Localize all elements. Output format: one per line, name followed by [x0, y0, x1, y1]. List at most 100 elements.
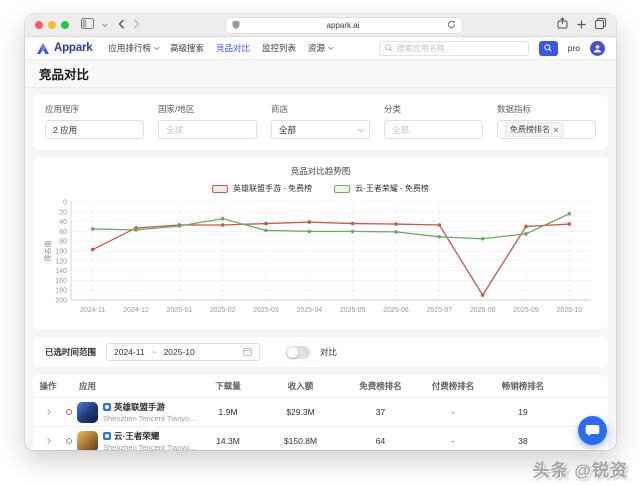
metric-multiselect[interactable]: 免费榜排名 [497, 120, 596, 139]
col-header-app: 应用 [63, 380, 198, 392]
chat-bubble-icon [585, 424, 600, 437]
appark-logo-text: Appark [54, 42, 92, 54]
compare-toggle[interactable] [286, 346, 310, 359]
filter-label: 数据指标 [497, 103, 596, 115]
chevron-down-icon [328, 44, 334, 50]
svg-text:2025-01: 2025-01 [166, 307, 192, 314]
trend-chart: 0204060801001201401601802002024-112024-1… [43, 196, 597, 330]
chevron-down-icon [358, 126, 364, 132]
nav-item-watchlist[interactable]: 监控列表 [262, 42, 296, 54]
svg-text:140: 140 [55, 268, 67, 275]
app-name[interactable]: 云·王者荣耀 [114, 430, 159, 442]
filter-label: 应用程序 [45, 103, 144, 115]
free-rank-value: 37 [343, 407, 418, 417]
svg-text:2024-11: 2024-11 [80, 307, 105, 314]
filter-label: 国家/地区 [158, 103, 257, 115]
time-range-label: 已选时间范围 [45, 346, 96, 358]
filter-bar: 应用程序 国家/地区 商店 全部 分类 [33, 95, 608, 149]
search-input[interactable] [397, 44, 523, 53]
col-header-downloads: 下载量 [198, 380, 258, 392]
app-filter-input[interactable] [53, 125, 136, 135]
url-text: appark.ai [240, 21, 447, 30]
svg-text:2025-06: 2025-06 [383, 307, 409, 314]
app-name[interactable]: 英雄联盟手游 [114, 401, 165, 413]
svg-text:2025-07: 2025-07 [426, 307, 452, 314]
region-filter-input[interactable] [166, 125, 249, 135]
paid-rank-value: - [418, 407, 488, 417]
svg-text:2025-10: 2025-10 [556, 307, 582, 314]
compare-toggle-label: 对比 [320, 346, 337, 358]
category-filter-input[interactable] [392, 125, 475, 135]
url-bar[interactable]: appark.ai [226, 18, 462, 33]
svg-text:2025-08: 2025-08 [470, 307, 496, 314]
close-window-button[interactable] [35, 21, 43, 29]
expand-row-icon[interactable] [45, 438, 51, 444]
revenue-value: $29.3M [258, 407, 343, 417]
reload-icon[interactable] [447, 16, 456, 34]
app-search-field[interactable] [379, 41, 529, 56]
chart-legend: 英雄联盟手游 - 免费榜 云·王者荣耀 - 免费榜 [43, 183, 598, 194]
legend-swatch [334, 185, 350, 193]
appstore-badge-icon [103, 432, 111, 440]
svg-text:180: 180 [55, 288, 67, 295]
col-header-grossing-rank: 畅销榜排名 [488, 380, 558, 392]
sidebar-chevron-down-icon[interactable] [102, 21, 108, 27]
user-avatar[interactable] [590, 41, 605, 56]
table-row[interactable]: 英雄联盟手游 Shenzhen Tencent Tianyou ... 1.9M… [33, 397, 608, 426]
plan-badge: pro [568, 43, 580, 53]
app-navbar: Appark 应用排行榜 高级搜索 竞品对比 监控列表 资源 pro [25, 37, 616, 60]
page-title: 竞品对比 [39, 64, 89, 83]
minimize-window-button[interactable] [48, 21, 56, 29]
zoom-window-button[interactable] [61, 21, 69, 29]
grossing-rank-value: 38 [488, 436, 558, 446]
col-header-free-rank: 免费榜排名 [343, 380, 418, 392]
screenshot-stage: appark.ai [0, 0, 640, 485]
legend-item-hok[interactable]: 云·王者荣耀 - 免费榜 [334, 183, 429, 194]
legend-item-lol[interactable]: 英雄联盟手游 - 免费榜 [212, 183, 312, 194]
date-range-picker[interactable]: 2024-11 ~ 2025-10 [106, 343, 260, 361]
share-icon[interactable] [557, 16, 568, 34]
svg-text:2025-04: 2025-04 [296, 307, 322, 314]
tab-overview-icon[interactable] [595, 16, 606, 34]
svg-text:2025-05: 2025-05 [340, 307, 366, 314]
expand-row-icon[interactable] [45, 409, 51, 415]
table-header-row: 操作 应用 下载量 收入额 免费榜排名 付费榜排名 畅销榜排名 [33, 375, 608, 397]
nav-item-advanced-search[interactable]: 高级搜索 [170, 42, 204, 54]
downloads-value: 1.9M [198, 407, 258, 417]
store-select[interactable]: 全部 [271, 120, 370, 139]
nav-item-resources[interactable]: 资源 [308, 42, 332, 54]
search-icon [385, 39, 393, 57]
forward-button-icon[interactable] [133, 16, 140, 34]
svg-text:60: 60 [59, 229, 67, 236]
page-header: 竞品对比 [25, 60, 616, 88]
series-color-dot [66, 438, 72, 444]
browser-chrome: appark.ai [25, 14, 616, 37]
search-button[interactable] [539, 41, 558, 56]
publisher-name: Shenzhen Tencent Tianyou ... [103, 414, 198, 423]
remove-tag-icon[interactable] [553, 127, 559, 133]
publisher-name: Shenzhen Tencent Tianyou ... [103, 443, 198, 450]
toggle-knob [287, 347, 298, 358]
chrome-nav-controls [81, 16, 140, 34]
chrome-actions [557, 16, 606, 34]
sidebar-toggle-icon[interactable] [81, 16, 94, 34]
table-row[interactable]: 云·王者荣耀 Shenzhen Tencent Tianyou ... 14.3… [33, 426, 608, 450]
new-tab-plus-icon[interactable] [577, 16, 586, 34]
back-button-icon[interactable] [118, 16, 125, 34]
nav-item-competitor-compare[interactable]: 竞品对比 [216, 42, 250, 54]
svg-text:2024-12: 2024-12 [123, 307, 149, 314]
appark-logo[interactable]: Appark [36, 42, 92, 55]
nav-item-app-rankings[interactable]: 应用排行榜 [108, 42, 158, 54]
svg-text:2025-03: 2025-03 [253, 307, 279, 314]
svg-text:120: 120 [55, 258, 67, 265]
col-header-action: 操作 [33, 380, 63, 392]
filter-category: 分类 [384, 103, 483, 139]
legend-swatch [212, 185, 228, 193]
nav-items: 应用排行榜 高级搜索 竞品对比 监控列表 资源 [108, 42, 332, 54]
svg-text:2025-02: 2025-02 [210, 307, 236, 314]
svg-text:100: 100 [55, 249, 67, 256]
chat-widget-button[interactable] [578, 416, 607, 445]
col-header-paid-rank: 付费榜排名 [418, 380, 488, 392]
appark-logo-icon [36, 42, 50, 55]
trend-chart-card: 竞品对比趋势图 英雄联盟手游 - 免费榜 云·王者荣耀 - 免费榜 020406… [33, 157, 608, 329]
